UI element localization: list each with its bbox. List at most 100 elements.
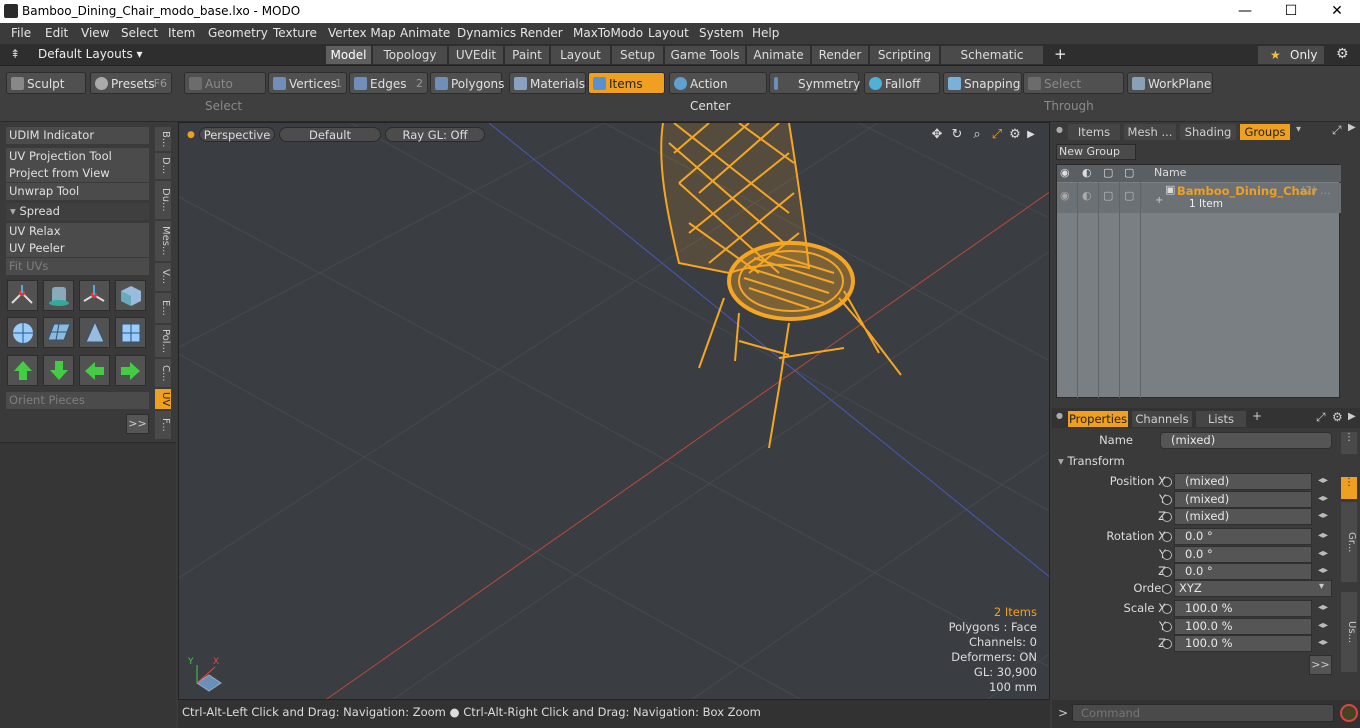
side-tab-us[interactable]: Us... [1341, 592, 1357, 672]
order-select[interactable]: XYZ [1174, 580, 1332, 597]
tab-setup[interactable]: Setup [612, 46, 664, 64]
close-button[interactable]: ✕ [1314, 0, 1360, 23]
position-y-stepper[interactable]: ◂▸ [1318, 493, 1328, 504]
scale-x-anim-dot[interactable] [1162, 604, 1172, 614]
eye-icon[interactable]: ◉ [1060, 166, 1070, 179]
tab-game-tools[interactable]: Game Tools [665, 46, 746, 64]
arrow-left-icon[interactable] [79, 355, 110, 386]
row-eye-icon[interactable]: ◉ [1060, 189, 1070, 202]
items-button[interactable]: Items [588, 72, 665, 94]
tab-uvedit[interactable]: UVEdit [449, 46, 504, 64]
maximize-button[interactable]: ☐ [1268, 0, 1314, 23]
menu-help[interactable]: Help [752, 26, 779, 40]
action-center-button[interactable]: Action Center [669, 72, 767, 113]
transform-section[interactable]: ▾ Transform [1058, 454, 1125, 468]
gear-icon[interactable]: ⚙ [1336, 46, 1349, 62]
layout-dropdown[interactable]: Default Layouts ▾ [38, 47, 143, 61]
prop-gear-icon[interactable]: ⚙ [1332, 410, 1343, 424]
rotation-z-anim-dot[interactable] [1162, 567, 1172, 577]
add-tab-button[interactable]: + [1054, 45, 1067, 63]
raygl-toggle[interactable]: Ray GL: Off [385, 127, 485, 142]
tab-mesh[interactable]: Mesh ... [1124, 124, 1176, 140]
rotation-x-field[interactable]: 0.0 ° [1174, 528, 1312, 545]
tab-model[interactable]: Model [326, 46, 372, 64]
menu-maxtomodo[interactable]: MaxToModo [573, 26, 643, 40]
menu-vertex-map[interactable]: Vertex Map [328, 26, 396, 40]
uv-cylinder-icon[interactable] [43, 280, 74, 311]
materials-button[interactable]: Materials [509, 72, 586, 94]
side-tab-b[interactable]: B... [155, 127, 171, 151]
maximize-view-icon[interactable]: ⤢ [989, 127, 1005, 143]
project-from-view-button[interactable]: Project from View [6, 165, 149, 182]
minimize-button[interactable]: — [1222, 0, 1268, 23]
uv-move-icon[interactable] [79, 280, 110, 311]
side-tab-v[interactable]: V... [155, 263, 171, 291]
add-prop-tab-button[interactable]: + [1252, 409, 1262, 423]
tab-shading[interactable]: Shading [1180, 124, 1236, 140]
tab-channels[interactable]: Channels [1132, 411, 1192, 427]
udim-indicator-button[interactable]: UDIM Indicator [6, 127, 149, 144]
rotation-y-stepper[interactable]: ◂▸ [1318, 548, 1328, 559]
menu-file[interactable]: File [11, 26, 31, 40]
side-tab-active[interactable]: ⋮ [1341, 477, 1357, 499]
render-icon[interactable]: ◐ [1082, 166, 1092, 179]
auto-select-button[interactable]: Auto Select [184, 72, 266, 113]
new-group-button[interactable]: New Group [1056, 144, 1136, 160]
rotation-y-field[interactable]: 0.0 ° [1174, 546, 1312, 563]
3d-viewport[interactable]: ● Perspective Default Ray GL: Off ✥ ↻ ⌕ … [178, 122, 1050, 700]
menu-geometry[interactable]: Geometry [208, 26, 268, 40]
prop-expand-icon[interactable]: ⤢ [1316, 410, 1326, 425]
uv-box-icon[interactable] [115, 280, 146, 311]
panel-menu-icon[interactable]: ▶ [1348, 122, 1356, 133]
prop-menu-icon[interactable]: ▶ [1348, 411, 1356, 422]
perspective-dropdown[interactable]: Perspective [199, 127, 275, 142]
sculpt-button[interactable]: Sculpt [6, 72, 86, 94]
groups-list[interactable]: ◉ ◐ ▢ ▢ Name ◉ ◐ ▢ ▢ + ▣ Bamboo_Dining_C… [1056, 164, 1341, 398]
order-anim-dot[interactable] [1162, 584, 1172, 594]
spread-section[interactable]: ▾ Spread [6, 203, 149, 220]
only-toggle[interactable]: ★ Only [1258, 46, 1324, 64]
tab-groups[interactable]: Groups [1240, 124, 1290, 140]
side-tab-pol[interactable]: Pol... [155, 325, 171, 357]
scale-z-field[interactable]: 100.0 % [1174, 635, 1312, 652]
uv-pyramid-icon[interactable] [79, 317, 110, 348]
more-tools-button[interactable]: >> [126, 414, 149, 434]
expand-panel-icon[interactable]: ⤢ [1332, 123, 1342, 138]
shading-dropdown[interactable]: Default [279, 127, 381, 142]
row-render-icon[interactable]: ◐ [1082, 189, 1092, 202]
command-input[interactable] [1072, 704, 1334, 722]
menu-select[interactable]: Select [121, 26, 158, 40]
side-tab-f[interactable]: F... [155, 411, 171, 439]
rotation-z-stepper[interactable]: ◂▸ [1318, 565, 1328, 576]
side-tab-top[interactable]: ⋮ [1341, 432, 1357, 454]
side-tab-e[interactable]: E... [155, 293, 171, 323]
select-icon[interactable]: ▢ [1124, 166, 1134, 179]
name-field[interactable]: (mixed) [1160, 432, 1332, 449]
menu-dynamics[interactable]: Dynamics [457, 26, 516, 40]
expand-plus-icon[interactable]: + [1155, 195, 1163, 206]
name-column-header[interactable]: Name [1154, 166, 1186, 179]
menu-system[interactable]: System [699, 26, 744, 40]
tab-topology[interactable]: Topology [373, 46, 448, 64]
layout-arrow-icon[interactable]: ⇞ [10, 47, 20, 61]
side-tab-du[interactable]: Du... [155, 181, 171, 219]
scale-y-field[interactable]: 100.0 % [1174, 618, 1312, 635]
tab-paint[interactable]: Paint [505, 46, 550, 64]
menu-edit[interactable]: Edit [45, 26, 68, 40]
edges-button[interactable]: Edges 2 [349, 72, 428, 94]
arrow-up-icon[interactable] [7, 355, 38, 386]
uv-transform-icon[interactable] [7, 280, 38, 311]
tab-render[interactable]: Render [812, 46, 869, 64]
position-x-field[interactable]: (mixed) [1174, 473, 1312, 490]
side-tab-gr[interactable]: Gr... [1341, 502, 1357, 582]
select-through-button[interactable]: Select Through [1023, 72, 1124, 113]
side-tab-mes[interactable]: Mes... [155, 221, 171, 261]
menu-animate[interactable]: Animate [400, 26, 450, 40]
group-row[interactable]: ◉ ◐ ▢ ▢ + ▣ Bamboo_Dining_Chair (2) ... … [1057, 183, 1341, 213]
side-tab-uv[interactable]: UV [155, 389, 171, 409]
order-chevron-down-icon[interactable]: ▾ [1319, 581, 1324, 592]
orient-pieces-button[interactable]: Orient Pieces [6, 392, 149, 409]
fit-uvs-button[interactable]: Fit UVs [6, 258, 149, 275]
position-z-anim-dot[interactable] [1162, 512, 1172, 522]
menu-render[interactable]: Render [520, 26, 563, 40]
